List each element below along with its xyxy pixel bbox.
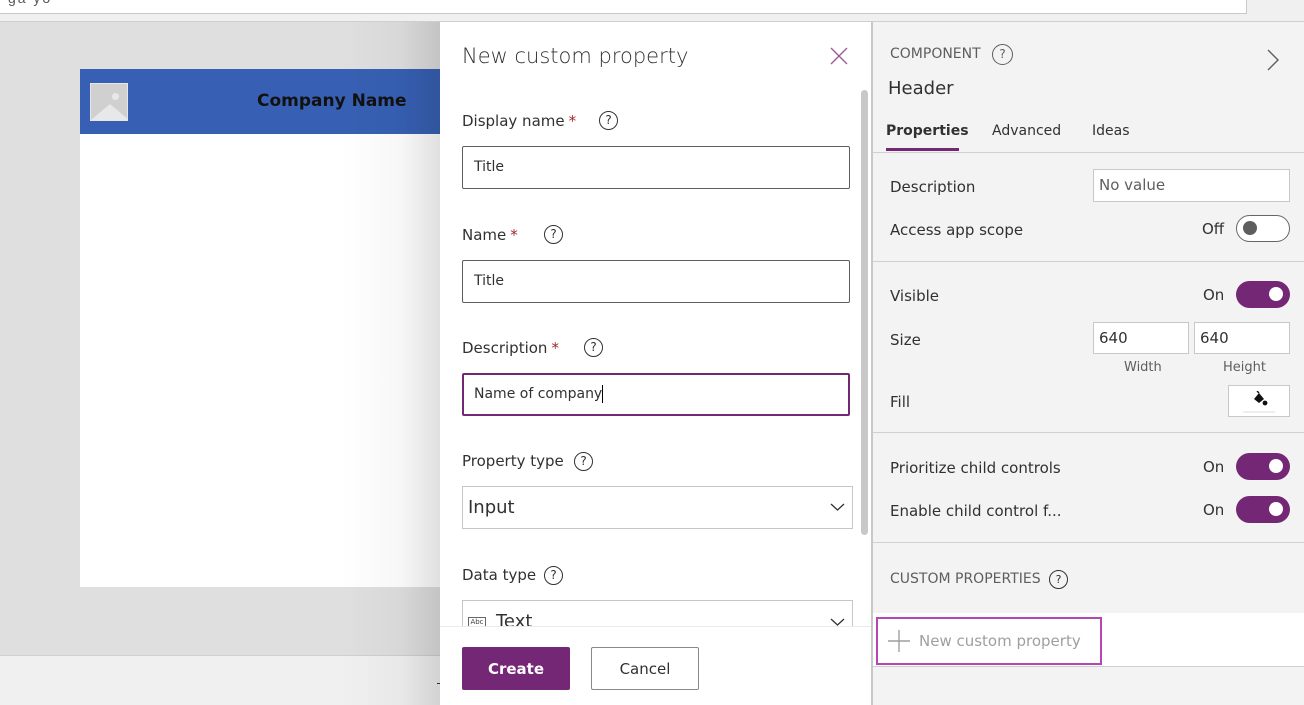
property-type-dropdown[interactable]: Input: [462, 486, 853, 529]
section-divider: [873, 542, 1304, 543]
help-icon[interactable]: ?: [599, 111, 618, 130]
access-app-scope-state: Off: [1202, 220, 1225, 238]
prioritize-child-controls-toggle[interactable]: [1236, 453, 1290, 480]
display-name-label: Display name *: [462, 112, 576, 130]
custom-properties-label: CUSTOM PROPERTIES: [890, 571, 1041, 587]
component-name: Header: [888, 78, 954, 99]
toggle-knob: [1269, 287, 1283, 301]
create-button[interactable]: Create: [462, 647, 570, 690]
formula-text: "ga yo": [1, 0, 59, 6]
display-name-label-text: Display name: [462, 112, 565, 130]
toggle-knob: [1243, 221, 1257, 235]
enable-child-control-toggle[interactable]: [1236, 496, 1290, 523]
new-custom-property-row: New custom property: [873, 613, 1304, 667]
description-label-text: Description: [462, 339, 548, 357]
access-app-scope-label: Access app scope: [890, 221, 1024, 239]
chevron-down-icon: [830, 618, 845, 626]
width-input[interactable]: 640: [1093, 322, 1189, 354]
description-input[interactable]: Name of company: [462, 373, 850, 416]
status-bar: [0, 655, 440, 705]
enable-child-control-label: Enable child control f...: [890, 502, 1062, 520]
text-caret: [602, 385, 604, 403]
formula-bar: "ga yo": [0, 0, 1304, 22]
help-icon[interactable]: ?: [992, 44, 1013, 65]
section-divider: [873, 432, 1304, 433]
data-type-dropdown[interactable]: Abc Text: [462, 600, 853, 626]
required-marker: *: [568, 112, 577, 130]
visible-label: Visible: [890, 287, 939, 305]
tab-advanced[interactable]: Advanced: [992, 123, 1061, 139]
fill-color-bar: [1243, 411, 1275, 413]
description-label: Description *: [462, 339, 559, 357]
help-icon[interactable]: ?: [574, 452, 593, 471]
enable-child-state: On: [1203, 501, 1225, 519]
property-type-label: Property type: [462, 452, 564, 470]
name-input[interactable]: Title: [462, 260, 850, 303]
height-caption: Height: [1223, 360, 1266, 375]
name-label: Name *: [462, 226, 518, 244]
required-marker: *: [510, 226, 518, 244]
fill-color-picker[interactable]: [1228, 385, 1290, 417]
name-label-text: Name: [462, 226, 507, 244]
dialog-footer: Create Cancel: [440, 626, 871, 705]
help-icon[interactable]: ?: [544, 225, 563, 244]
tab-ideas[interactable]: Ideas: [1092, 123, 1130, 139]
new-custom-property-dialog: New custom property Display name * ? Titl…: [440, 22, 871, 705]
description-prop-input[interactable]: No value: [1093, 169, 1290, 202]
help-icon[interactable]: ?: [584, 338, 603, 357]
section-divider: [873, 261, 1304, 262]
data-type-label: Data type: [462, 566, 537, 584]
fill-label: Fill: [890, 393, 911, 411]
text-type-icon: Abc: [468, 616, 486, 626]
properties-panel: COMPONENT ? Header Properties Advanced I…: [871, 22, 1304, 705]
toggle-knob: [1269, 459, 1283, 473]
image-placeholder-icon[interactable]: [90, 83, 128, 121]
cancel-button[interactable]: Cancel: [591, 647, 699, 690]
dialog-title: New custom property: [462, 44, 689, 68]
close-icon: [830, 47, 848, 65]
help-icon[interactable]: ?: [1049, 570, 1068, 589]
image-mountain-shape: [91, 104, 127, 120]
visible-state: On: [1203, 286, 1225, 304]
description-input-value: Name of company: [474, 386, 603, 402]
new-custom-property-label: New custom property: [919, 632, 1081, 650]
prioritize-child-controls-label: Prioritize child controls: [890, 459, 1061, 477]
company-name-label[interactable]: Company Name: [257, 91, 407, 111]
dialog-scrollbar[interactable]: [861, 90, 868, 535]
description-prop-label: Description: [890, 178, 976, 196]
panel-tabs: Properties Advanced Ideas: [873, 120, 1304, 153]
header-component[interactable]: Company Name: [80, 69, 460, 134]
plus-icon: [888, 630, 910, 652]
prioritize-state: On: [1203, 458, 1225, 476]
component-canvas[interactable]: Company Name: [80, 69, 460, 587]
property-type-value: Input: [468, 497, 515, 518]
new-custom-property-button[interactable]: New custom property: [876, 617, 1102, 665]
chevron-down-icon: [830, 503, 845, 511]
image-sun-shape: [112, 93, 119, 100]
active-tab-indicator: [886, 148, 959, 151]
visible-toggle[interactable]: [1236, 281, 1290, 308]
access-app-scope-toggle[interactable]: [1236, 215, 1290, 242]
required-marker: *: [551, 339, 559, 357]
help-icon[interactable]: ?: [544, 566, 563, 585]
width-caption: Width: [1124, 360, 1162, 375]
height-input[interactable]: 640: [1194, 322, 1290, 354]
component-kind-label: COMPONENT: [890, 46, 981, 62]
toggle-knob: [1269, 502, 1283, 516]
size-label: Size: [890, 331, 921, 349]
close-button[interactable]: [829, 46, 849, 66]
paint-bucket-icon: [1254, 391, 1268, 406]
data-type-value: Text: [496, 611, 533, 626]
tab-properties[interactable]: Properties: [886, 123, 969, 139]
display-name-input[interactable]: Title: [462, 146, 850, 189]
formula-input[interactable]: "ga yo": [0, 0, 1247, 14]
chevron-right-icon[interactable]: [1266, 48, 1280, 72]
